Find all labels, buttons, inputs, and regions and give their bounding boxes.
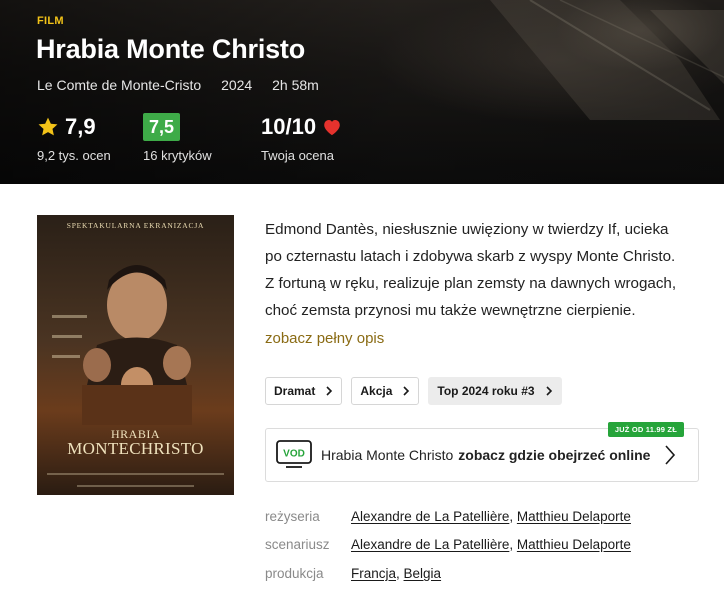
vod-title: Hrabia Monte Christo [321, 447, 454, 463]
vod-text: Hrabia Monte Christo zobacz gdzie obejrze… [321, 447, 650, 463]
title-meta: Le Comte de Monte-Cristo 2024 2h 58m [37, 77, 335, 93]
writer-link[interactable]: Alexandre de La Patellière [351, 537, 509, 552]
your-rating-label: Twoja ocena [261, 148, 334, 163]
chevron-right-icon [545, 386, 552, 396]
vod-logo-text: VOD [283, 449, 305, 460]
chevron-right-icon [665, 445, 676, 465]
user-rating-value: 7,9 [65, 114, 96, 139]
poster-release-line [77, 485, 194, 487]
page-title: Hrabia Monte Christo [36, 34, 306, 64]
chevron-right-icon [403, 386, 410, 396]
credits-production: produkcja Francja, Belgia [265, 566, 442, 581]
poster-tagline: SPEKTAKULARNA EKRANIZACJA [66, 221, 205, 230]
director-link[interactable]: Matthieu Delaporte [517, 509, 631, 524]
vod-icon: VOD [276, 440, 312, 468]
director-link[interactable]: Alexandre de La Patellière [351, 509, 509, 524]
tag-top-ranking[interactable]: Top 2024 roku #3 [428, 377, 562, 405]
critics-rating[interactable]: 7,5 16 krytyków [143, 112, 212, 163]
country-link[interactable]: Francja [351, 566, 396, 581]
tag-label: Akcja [360, 384, 393, 398]
hero-banner: FILM Hrabia Monte Christo Le Comte de Mo… [0, 0, 724, 184]
star-icon [38, 117, 58, 136]
chevron-right-icon [326, 386, 333, 396]
original-title: Le Comte de Monte-Cristo [37, 77, 202, 93]
category-label: FILM [37, 15, 64, 27]
poster-title-line2: MONTECHRISTO [67, 439, 204, 458]
writer-link[interactable]: Matthieu Delaporte [517, 537, 631, 552]
genre-tags: Dramat Akcja Top 2024 roku #3 [265, 377, 562, 405]
vod-cta: zobacz gdzie obejrzeć online [458, 447, 651, 463]
tag-dramat[interactable]: Dramat [265, 377, 343, 405]
full-description-link[interactable]: zobacz pełny opis [265, 330, 384, 347]
credits-label: produkcja [265, 566, 324, 581]
heart-icon [324, 120, 340, 136]
poster-artwork [52, 265, 192, 425]
plot-description: Edmond Dantès, niesłusznie uwięziony w t… [265, 221, 677, 319]
credits-screenplay: scenariusz Alexandre de La Patellière, Ma… [265, 537, 631, 552]
your-rating[interactable]: 10/10 Twoja ocena [261, 112, 342, 163]
tag-akcja[interactable]: Akcja [351, 377, 420, 405]
vod-box[interactable]: JUŻ OD 11.99 ZŁ VOD Hrabia Monte Christo… [265, 422, 699, 482]
movie-poster[interactable]: SPEKTAKULARNA EKRANIZACJA HRABIA MONTECH… [37, 215, 234, 495]
poster-credits [47, 473, 224, 475]
tag-label: Top 2024 roku #3 [437, 384, 535, 398]
vod-price-badge: JUŻ OD 11.99 ZŁ [607, 422, 684, 437]
user-rating[interactable]: 7,9 9,2 tys. ocen [37, 112, 111, 163]
tag-label: Dramat [274, 384, 316, 398]
credits-directing: reżyseria Alexandre de La Patellière, Mat… [265, 509, 631, 524]
your-rating-value: 10/10 [261, 114, 317, 139]
critics-count: 16 krytyków [143, 148, 212, 163]
critics-rating-badge: 7,5 [143, 113, 181, 141]
country-link[interactable]: Belgia [404, 566, 442, 581]
credits-label: scenariusz [265, 537, 330, 552]
duration: 2h 58m [272, 77, 319, 93]
user-rating-count: 9,2 tys. ocen [37, 148, 111, 163]
credits-label: reżyseria [265, 509, 320, 524]
release-year: 2024 [221, 77, 253, 93]
